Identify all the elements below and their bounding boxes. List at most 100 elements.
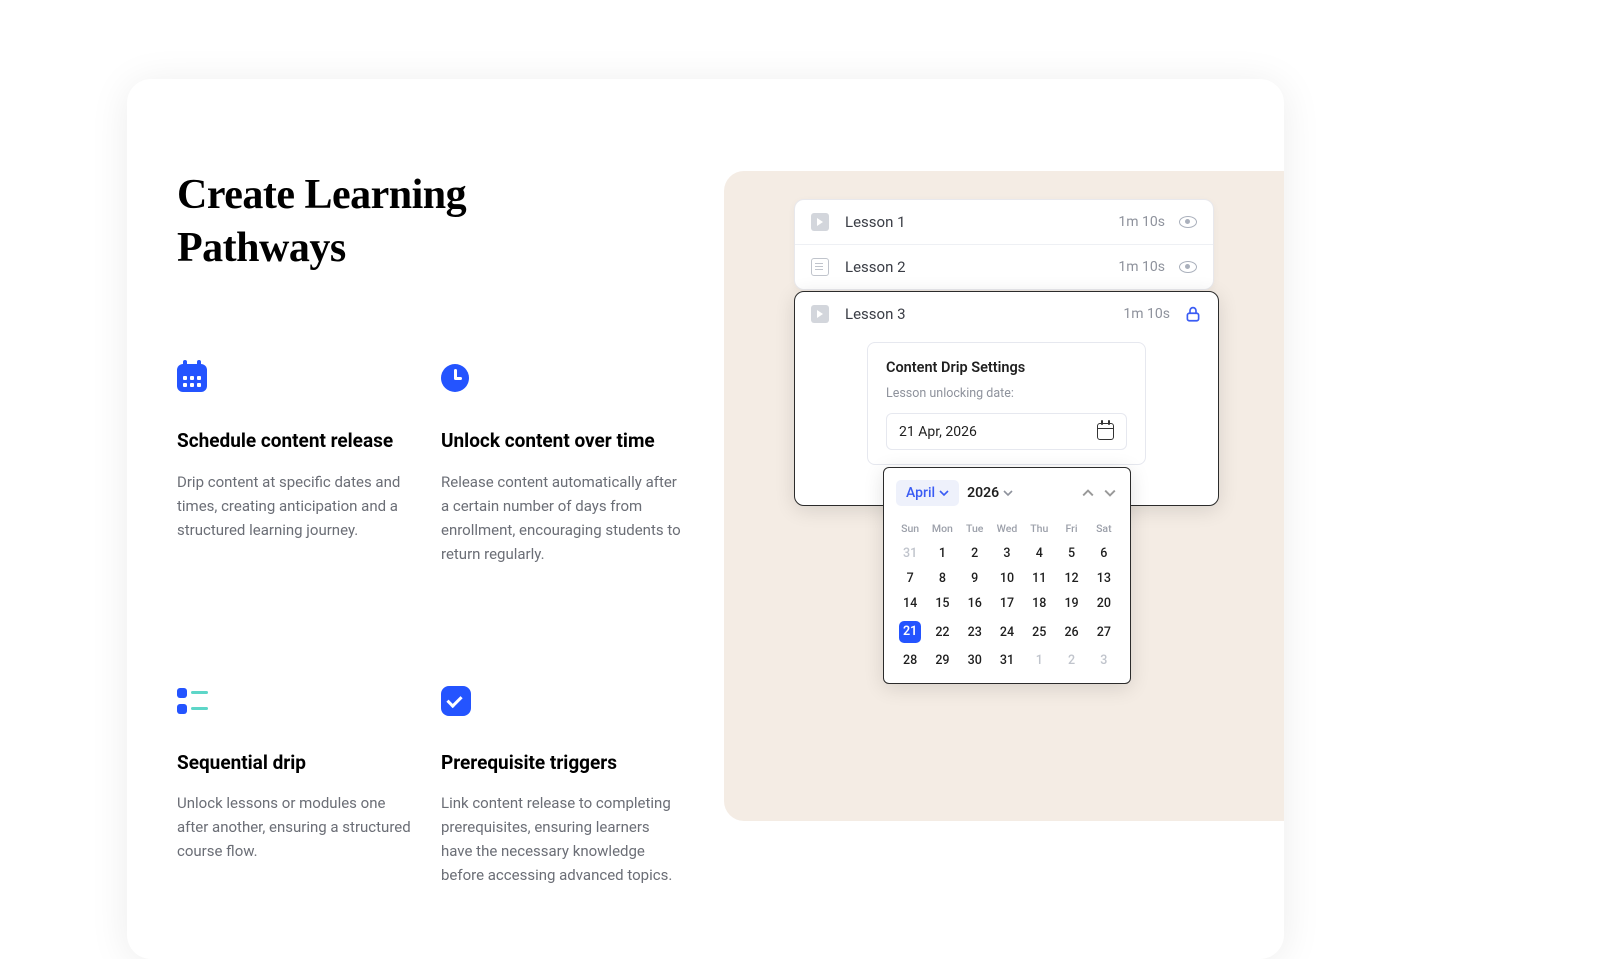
next-month-button[interactable] [1102, 485, 1118, 501]
lessons-list: Lesson 1 1m 10s Lesson 2 1m 10s [794, 199, 1214, 290]
date-input[interactable]: 21 Apr, 2026 [886, 413, 1127, 450]
lesson-name: Lesson 3 [845, 305, 1123, 323]
calendar-dow: Thu [1023, 516, 1055, 541]
drip-settings: Content Drip Settings Lesson unlocking d… [867, 342, 1146, 465]
preview-panel: Lesson 1 1m 10s Lesson 2 1m 10s Lesson 3… [724, 171, 1284, 821]
calendar-week: 78910111213 [894, 566, 1120, 591]
calendar-dow: Sat [1088, 516, 1120, 541]
calendar-day[interactable]: 5 [1055, 541, 1087, 566]
calendar-dow-row: SunMonTueWedThuFriSat [894, 516, 1120, 541]
feature-title: Unlock content over time [441, 428, 681, 454]
calendar-day[interactable]: 1 [926, 541, 958, 566]
left-panel: Create Learning Pathways Schedule conten… [127, 79, 687, 887]
calendar-day[interactable]: 29 [926, 648, 958, 673]
calendar-day[interactable]: 21 [894, 616, 926, 648]
lesson-name: Lesson 1 [845, 213, 1118, 231]
year-label: 2026 [967, 485, 999, 501]
calendar-day[interactable]: 15 [926, 591, 958, 616]
calendar-dow: Tue [959, 516, 991, 541]
calendar-day[interactable]: 2 [959, 541, 991, 566]
drip-title: Content Drip Settings [886, 359, 1127, 376]
feature-desc: Drip content at specific dates and times… [177, 470, 417, 542]
lesson-duration: 1m 10s [1118, 259, 1165, 275]
calendar-day[interactable]: 8 [926, 566, 958, 591]
calendar-day[interactable]: 26 [1055, 616, 1087, 648]
calendar-day[interactable]: 4 [1023, 541, 1055, 566]
feature-grid: Schedule content release Drip content at… [177, 364, 687, 887]
calendar-popup: April 2026 SunMonTueWedThuFriSa [883, 467, 1131, 684]
feature-desc: Unlock lessons or modules one after anot… [177, 791, 417, 863]
calendar-day[interactable]: 6 [1088, 541, 1120, 566]
calendar-day[interactable]: 13 [1088, 566, 1120, 591]
calendar-day[interactable]: 12 [1055, 566, 1087, 591]
calendar-day[interactable]: 20 [1088, 591, 1120, 616]
calendar-day[interactable]: 17 [991, 591, 1023, 616]
calendar-day[interactable]: 30 [959, 648, 991, 673]
calendar-week: 31123456 [894, 541, 1120, 566]
calendar-day[interactable]: 3 [991, 541, 1023, 566]
calendar-day[interactable]: 2 [1055, 648, 1087, 673]
lesson-duration: 1m 10s [1118, 214, 1165, 230]
calendar-day[interactable]: 14 [894, 591, 926, 616]
lesson-row[interactable]: Lesson 1 1m 10s [795, 200, 1213, 245]
lesson-row[interactable]: Lesson 2 1m 10s [795, 245, 1213, 289]
feature-desc: Release content automatically after a ce… [441, 470, 681, 566]
drip-label: Lesson unlocking date: [886, 386, 1127, 401]
calendar-dow: Sun [894, 516, 926, 541]
lesson-row[interactable]: Lesson 3 1m 10s [795, 292, 1218, 336]
date-value: 21 Apr, 2026 [899, 424, 977, 440]
page-title: Create Learning Pathways [177, 169, 617, 274]
feature-unlock: Unlock content over time Release content… [441, 364, 681, 566]
calendar-day[interactable]: 7 [894, 566, 926, 591]
document-icon [811, 258, 829, 276]
calendar-day[interactable]: 9 [959, 566, 991, 591]
calendar-day[interactable]: 18 [1023, 591, 1055, 616]
lesson-duration: 1m 10s [1123, 306, 1170, 322]
month-selector[interactable]: April [896, 480, 959, 506]
feature-desc: Link content release to completing prere… [441, 791, 681, 887]
calendar-header: April 2026 [894, 480, 1120, 506]
feature-title: Schedule content release [177, 428, 417, 454]
calendar-day[interactable]: 16 [959, 591, 991, 616]
calendar-day[interactable]: 3 [1088, 648, 1120, 673]
calendar-week: 21222324252627 [894, 616, 1120, 648]
checkbox-icon [441, 686, 681, 716]
feature-sequential: Sequential drip Unlock lessons or module… [177, 686, 417, 888]
feature-schedule: Schedule content release Drip content at… [177, 364, 417, 566]
calendar-icon [177, 364, 417, 394]
calendar-grid: SunMonTueWedThuFriSat 311234567891011121… [894, 516, 1120, 673]
feature-card: Create Learning Pathways Schedule conten… [127, 79, 1284, 959]
prev-month-button[interactable] [1080, 485, 1096, 501]
eye-icon [1179, 258, 1197, 276]
sequential-icon [177, 686, 417, 716]
calendar-dow: Fri [1055, 516, 1087, 541]
play-icon [811, 213, 829, 231]
calendar-dow: Wed [991, 516, 1023, 541]
chevron-down-icon [939, 488, 949, 498]
clock-icon [441, 364, 681, 394]
calendar-day[interactable]: 1 [1023, 648, 1055, 673]
calendar-icon [1097, 423, 1114, 440]
calendar-day[interactable]: 11 [1023, 566, 1055, 591]
calendar-day[interactable]: 27 [1088, 616, 1120, 648]
calendar-day[interactable]: 22 [926, 616, 958, 648]
calendar-day[interactable]: 24 [991, 616, 1023, 648]
calendar-week: 28293031123 [894, 648, 1120, 673]
calendar-day[interactable]: 31 [894, 541, 926, 566]
feature-title: Prerequisite triggers [441, 750, 681, 776]
calendar-day[interactable]: 28 [894, 648, 926, 673]
calendar-day[interactable]: 19 [1055, 591, 1087, 616]
calendar-day[interactable]: 23 [959, 616, 991, 648]
year-selector[interactable]: 2026 [967, 485, 1013, 501]
feature-title: Sequential drip [177, 750, 417, 776]
calendar-day[interactable]: 31 [991, 648, 1023, 673]
calendar-week: 14151617181920 [894, 591, 1120, 616]
chevron-down-icon [1003, 488, 1013, 498]
play-icon [811, 305, 829, 323]
lock-icon [1184, 305, 1202, 323]
calendar-day[interactable]: 10 [991, 566, 1023, 591]
calendar-dow: Mon [926, 516, 958, 541]
eye-icon [1179, 213, 1197, 231]
month-label: April [906, 485, 935, 501]
calendar-day[interactable]: 25 [1023, 616, 1055, 648]
